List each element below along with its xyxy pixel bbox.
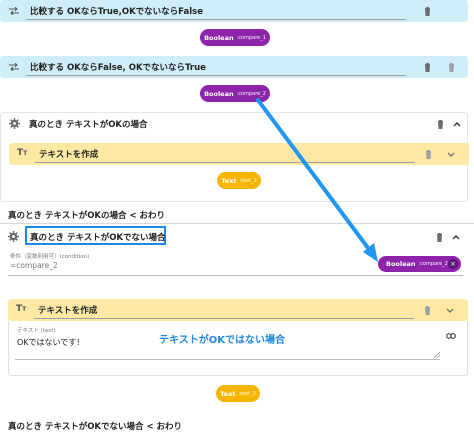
annotation-arrow — [256, 98, 378, 262]
